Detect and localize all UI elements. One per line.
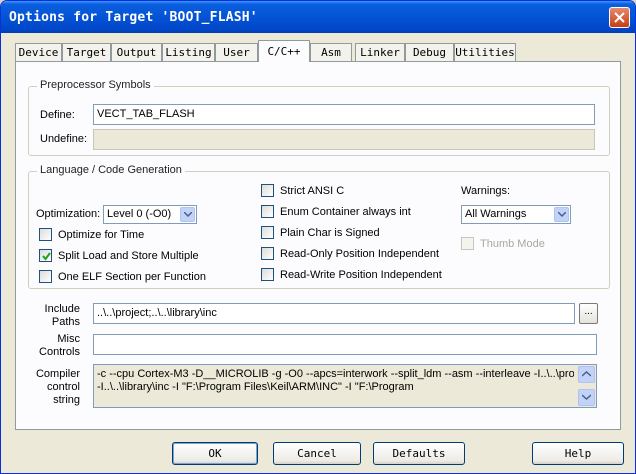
checkbox-box[interactable]: [39, 249, 52, 262]
split-load-label: Split Load and Store Multiple: [58, 249, 199, 262]
split-load-checkbox[interactable]: Split Load and Store Multiple: [39, 249, 199, 262]
checkbox-box[interactable]: [261, 247, 274, 260]
ro-position-checkbox[interactable]: Read-Only Position Independent: [261, 247, 439, 260]
chevron-down-icon: [184, 212, 192, 217]
ro-position-label: Read-Only Position Independent: [280, 247, 439, 260]
plain-char-label: Plain Char is Signed: [280, 226, 380, 239]
compiler-label-line1: Compiler: [35, 368, 80, 380]
misc-label-line2: Controls: [39, 346, 80, 358]
compiler-scrollbar[interactable]: [578, 366, 595, 406]
close-button[interactable]: [609, 7, 630, 28]
title-bar[interactable]: Options for Target 'BOOT_FLASH': [1, 1, 635, 33]
ok-button[interactable]: OK: [172, 442, 258, 465]
tab-page-c-cpp: Preprocessor Symbols Define: VECT_TAB_FL…: [15, 61, 621, 430]
compiler-control-string[interactable]: -c --cpu Cortex-M3 -D__MICROLIB -g -O0 -…: [93, 364, 597, 408]
optimization-select[interactable]: Level 0 (-O0): [103, 205, 197, 224]
define-label: Define:: [40, 109, 75, 121]
strict-ansi-checkbox[interactable]: Strict ANSI C: [261, 184, 344, 197]
tab-listing[interactable]: Listing: [162, 43, 215, 61]
checkmark-icon: [42, 252, 51, 261]
warnings-dropdown-button[interactable]: [554, 207, 569, 222]
tab-user[interactable]: User: [215, 43, 258, 61]
compiler-control-text: -c --cpu Cortex-M3 -D__MICROLIB -g -O0 -…: [97, 368, 574, 394]
include-label-line2: Paths: [51, 316, 80, 328]
define-input[interactable]: VECT_TAB_FLASH: [93, 104, 595, 125]
checkbox-box[interactable]: [261, 205, 274, 218]
plain-char-checkbox[interactable]: Plain Char is Signed: [261, 226, 380, 239]
preprocessor-legend: Preprocessor Symbols: [37, 79, 154, 91]
undefine-label: Undefine:: [40, 133, 88, 145]
compiler-label-line2: control: [46, 381, 80, 393]
one-elf-label: One ELF Section per Function: [58, 270, 206, 283]
rw-position-label: Read-Write Position Independent: [280, 268, 442, 281]
options-dialog: Options for Target 'BOOT_FLASH' Device T…: [0, 0, 636, 474]
tab-debug[interactable]: Debug: [405, 43, 454, 61]
one-elf-checkbox[interactable]: One ELF Section per Function: [39, 270, 206, 283]
optimize-time-checkbox[interactable]: Optimize for Time: [39, 228, 144, 241]
checkbox-box[interactable]: [261, 268, 274, 281]
compiler-line-1: -c --cpu Cortex-M3 -D__MICROLIB -g -O0 -…: [97, 368, 574, 380]
scroll-down-button[interactable]: [578, 389, 595, 406]
optimization-dropdown-button[interactable]: [180, 207, 195, 222]
rw-position-checkbox[interactable]: Read-Write Position Independent: [261, 268, 442, 281]
scroll-up-button[interactable]: [578, 366, 595, 383]
close-icon: [614, 12, 625, 23]
tab-target[interactable]: Target: [62, 43, 111, 61]
optimization-value: Level 0 (-O0): [107, 208, 172, 220]
enum-container-checkbox[interactable]: Enum Container always int: [261, 205, 411, 218]
help-button[interactable]: Help: [532, 442, 624, 465]
compiler-label-line3: string: [53, 394, 80, 406]
undefine-input[interactable]: [93, 129, 595, 150]
warnings-select[interactable]: All Warnings: [461, 205, 571, 224]
misc-label-line1: Misc: [57, 333, 80, 345]
tab-utilities[interactable]: Utilities: [454, 43, 516, 61]
checkbox-box[interactable]: [461, 237, 474, 250]
preprocessor-group: Preprocessor Symbols Define: VECT_TAB_FL…: [28, 79, 610, 156]
include-paths-input[interactable]: ..\..\project;..\..\library\inc: [93, 303, 575, 324]
include-label-line1: Include: [44, 303, 80, 315]
optimize-time-label: Optimize for Time: [58, 228, 145, 241]
optimization-label: Optimization:: [36, 208, 101, 220]
tab-c-cpp[interactable]: C/C++: [258, 40, 310, 64]
window-title: Options for Target 'BOOT_FLASH': [9, 10, 258, 25]
language-group: Language / Code Generation Optimization:…: [28, 164, 610, 289]
checkbox-box[interactable]: [261, 184, 274, 197]
chevron-down-icon: [558, 212, 566, 217]
tab-linker[interactable]: Linker: [355, 43, 405, 61]
tab-device[interactable]: Device: [15, 43, 62, 61]
chevron-down-icon: [582, 394, 591, 400]
tab-asm[interactable]: Asm: [310, 43, 352, 61]
cancel-button[interactable]: Cancel: [273, 442, 361, 465]
thumb-mode-label: Thumb Mode: [480, 237, 545, 250]
warnings-label: Warnings:: [461, 185, 511, 197]
compiler-line-2: -I..\..\library\inc -I "F:\Program Files…: [97, 381, 414, 393]
defaults-button[interactable]: Defaults: [373, 442, 465, 465]
misc-controls-input[interactable]: [93, 334, 597, 355]
enum-container-label: Enum Container always int: [280, 205, 411, 218]
chevron-up-icon: [582, 371, 591, 377]
strict-ansi-label: Strict ANSI C: [280, 184, 345, 197]
language-legend: Language / Code Generation: [37, 164, 185, 176]
checkbox-box[interactable]: [39, 228, 52, 241]
checkbox-box[interactable]: [39, 270, 52, 283]
checkbox-box[interactable]: [261, 226, 274, 239]
include-browse-button[interactable]: ...: [579, 303, 598, 324]
warnings-value: All Warnings: [465, 208, 527, 220]
thumb-mode-checkbox[interactable]: Thumb Mode: [461, 237, 545, 250]
tab-output[interactable]: Output: [111, 43, 162, 61]
